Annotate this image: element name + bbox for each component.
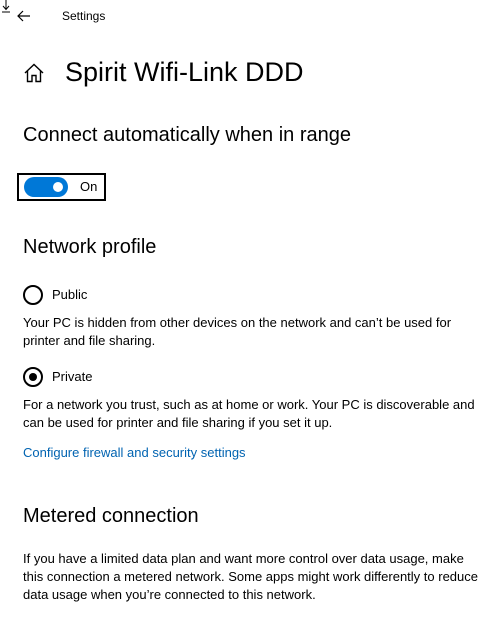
connect-automatically-heading: Connect automatically when in range: [23, 124, 351, 146]
toggle-knob: [53, 182, 63, 192]
page-title: Spirit Wifi-Link DDD: [65, 57, 304, 87]
radio-public-circle: [23, 285, 43, 305]
title-bar: Settings: [0, 0, 491, 32]
configure-firewall-link[interactable]: Configure firewall and security settings: [23, 444, 246, 462]
radio-public[interactable]: Public: [23, 284, 87, 306]
radio-private-label: Private: [52, 369, 93, 384]
network-profile-heading: Network profile: [23, 236, 157, 258]
home-icon[interactable]: [23, 62, 45, 84]
private-description: For a network you trust, such as at home…: [23, 397, 475, 430]
radio-private[interactable]: Private: [23, 366, 92, 388]
back-button[interactable]: [12, 4, 36, 28]
radio-public-label: Public: [52, 287, 88, 302]
window-title: Settings: [62, 9, 106, 23]
metered-connection-heading: Metered connection: [23, 505, 199, 527]
toggle-state-label: On: [80, 179, 98, 194]
connect-automatically-toggle[interactable]: On: [17, 173, 106, 201]
arrow-left-icon: [17, 10, 30, 22]
metered-description: If you have a limited data plan and want…: [23, 551, 478, 602]
radio-private-circle: [23, 367, 43, 387]
toggle-track: [24, 177, 68, 197]
public-description: Your PC is hidden from other devices on …: [23, 315, 452, 348]
radio-selected-dot: [29, 373, 37, 381]
